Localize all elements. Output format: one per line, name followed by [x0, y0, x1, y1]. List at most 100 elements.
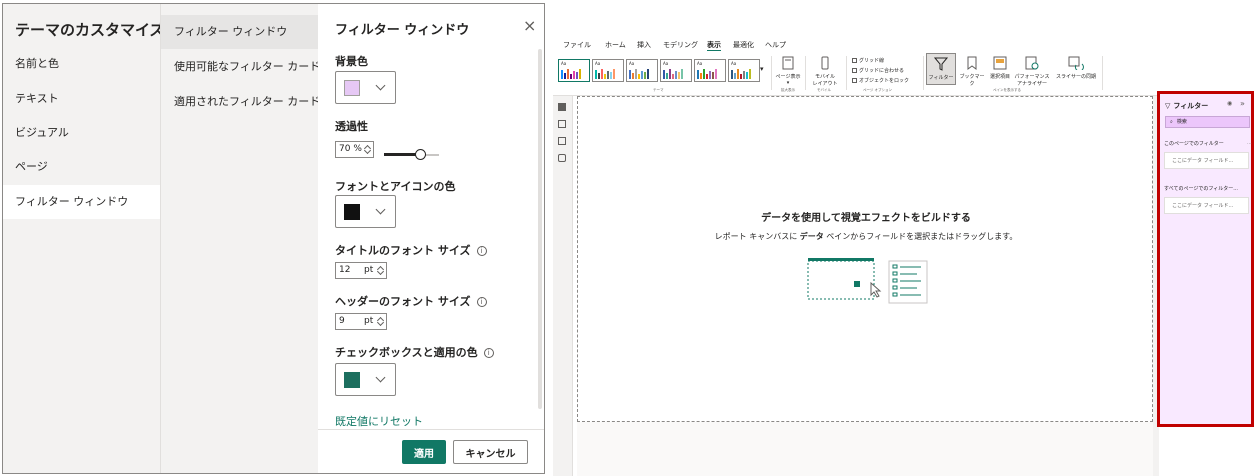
- nav-item-filter-pane[interactable]: フィルター ウィンドウ: [3, 185, 160, 219]
- spin-arrows-icon[interactable]: [378, 265, 384, 276]
- page-view-button[interactable]: ページ表示 ▾: [775, 56, 801, 86]
- menu-home[interactable]: ホーム: [605, 40, 626, 50]
- this-page-drop-well[interactable]: ここにデータ フィールド...: [1164, 152, 1249, 169]
- snap-to-grid-checkbox[interactable]: グリッドに合わせる: [852, 67, 904, 74]
- report-canvas[interactable]: データを使用して視覚エフェクトをビルドする レポート キャンバスに データ ペイ…: [577, 96, 1153, 422]
- filter-pane-button[interactable]: フィルター: [926, 53, 956, 85]
- theme-thumbnail-bars: [731, 68, 751, 79]
- nav-item-visuals[interactable]: ビジュアル: [3, 116, 160, 150]
- filter-pane: ▽ フィルター ◉ » ⌕ 検索 このページでのフィルター... ここにデータ フィ…: [1157, 91, 1254, 427]
- background-color-label: 背景色: [335, 55, 368, 68]
- scrollbar[interactable]: [538, 49, 542, 409]
- collapse-pane-icon[interactable]: »: [1240, 99, 1245, 108]
- ribbon: Aa Aa Aa Aa Aa Aa ▾ テーマ ページ表示 ▾ 拡大表示 モバイル レイア…: [553, 52, 1254, 96]
- mobile-label-1: モバイル: [814, 74, 835, 80]
- spin-arrows-icon[interactable]: [365, 144, 371, 155]
- color-swatch: [344, 372, 360, 388]
- divider: [771, 56, 772, 90]
- menu-optimize[interactable]: 最適化: [733, 40, 754, 50]
- menu-modeling[interactable]: モデリング: [663, 40, 698, 50]
- theme-group-label: テーマ: [653, 88, 664, 92]
- filters-on-this-page-header: このページでのフィルター...: [1164, 140, 1252, 147]
- selection-pane-button[interactable]: 選択項目: [989, 56, 1011, 80]
- close-icon[interactable]: ×: [523, 18, 536, 34]
- filter-icon: ▽: [1165, 102, 1171, 110]
- bookmark-pane-button[interactable]: ブックマーク: [958, 56, 986, 87]
- header-font-size-input[interactable]: 9 pt: [335, 313, 387, 330]
- chevron-down-icon: [375, 204, 386, 215]
- performance-icon: [1025, 56, 1039, 70]
- nav-item-text[interactable]: テキスト: [3, 82, 160, 116]
- spin-arrows-icon[interactable]: [378, 316, 384, 327]
- checkbox-color-label: チェックボックスと適用の色 i: [335, 344, 494, 360]
- transparency-slider[interactable]: [384, 148, 439, 162]
- theme-thumbnail-bars: [629, 68, 649, 79]
- lock-objects-checkbox[interactable]: オブジェクトをロック: [852, 77, 909, 84]
- mobile-group-label: モバイル: [817, 88, 831, 92]
- theme-thumbnail[interactable]: Aa: [694, 59, 726, 82]
- mobile-icon: [821, 56, 829, 70]
- subnav-item-available-filter-cards[interactable]: 使用可能なフィルター カード: [161, 50, 320, 84]
- checkbox-color-picker[interactable]: [335, 363, 396, 396]
- selection-pane-label: 選択項目: [989, 74, 1010, 80]
- report-view-icon[interactable]: [558, 103, 566, 111]
- build-visual-illustration-icon: [807, 258, 928, 304]
- powerbi-window: ファイル ホーム 挿入 モデリング 表示 最適化 ヘルプ Aa Aa Aa Aa Aa A…: [553, 33, 1254, 476]
- subnav-item-applied-filter-cards[interactable]: 適用されたフィルター カード: [161, 85, 320, 119]
- font-icon-color-picker[interactable]: [335, 195, 396, 228]
- info-icon[interactable]: i: [483, 348, 494, 358]
- more-options-icon[interactable]: ...: [1247, 140, 1252, 146]
- theme-thumbnail[interactable]: Aa: [592, 59, 624, 82]
- theme-thumbnail-aa: Aa: [629, 61, 635, 66]
- performance-analyzer-button[interactable]: パフォーマンス アナライザー: [1012, 56, 1052, 87]
- info-icon[interactable]: i: [476, 246, 487, 256]
- menu-view[interactable]: 表示: [707, 40, 721, 51]
- color-swatch: [344, 80, 360, 96]
- performance-label: パフォーマンス: [1014, 74, 1050, 80]
- bookmark-pane-label: ブックマーク: [959, 74, 985, 87]
- info-icon[interactable]: i: [476, 297, 487, 307]
- title-font-size-input[interactable]: 12 pt: [335, 262, 387, 279]
- transparency-input[interactable]: 70 %: [335, 141, 374, 158]
- empty-canvas-subtitle: レポート キャンバスに データ ペインからフィールドを選択またはドラッグします。: [714, 232, 1018, 241]
- title-font-size-label: タイトルのフォント サイズ i: [335, 242, 487, 258]
- apply-button[interactable]: 適用: [402, 440, 446, 464]
- filter-pane-header: ▽ フィルター: [1165, 102, 1209, 110]
- dialog-title: テーマのカスタマイズ: [15, 21, 165, 39]
- cancel-button[interactable]: キャンセル: [453, 440, 528, 464]
- theme-thumbnail[interactable]: Aa: [558, 59, 590, 82]
- menu-file[interactable]: ファイル: [563, 40, 591, 50]
- mobile-layout-button[interactable]: モバイル レイアウト: [810, 56, 840, 87]
- table-view-icon[interactable]: [558, 120, 566, 128]
- theme-thumbnail-bars: [697, 68, 717, 79]
- all-pages-drop-well[interactable]: ここにデータ フィールド...: [1164, 197, 1249, 214]
- model-view-icon[interactable]: [558, 137, 566, 145]
- theme-thumbnail[interactable]: Aa: [728, 59, 760, 82]
- nav-item-page[interactable]: ページ: [3, 150, 160, 184]
- dax-query-view-icon[interactable]: [558, 154, 566, 162]
- checkbox-icon: [852, 58, 857, 63]
- filter-search-input[interactable]: ⌕ 検索: [1165, 116, 1250, 128]
- slider-thumb[interactable]: [414, 149, 426, 160]
- theme-thumbnail[interactable]: Aa: [660, 59, 692, 82]
- menu-insert[interactable]: 挿入: [637, 40, 651, 50]
- theme-gallery-more-icon[interactable]: ▾: [760, 65, 764, 73]
- theme-thumbnail[interactable]: Aa: [626, 59, 658, 82]
- divider: [923, 56, 924, 90]
- background-color-picker[interactable]: [335, 71, 396, 104]
- panel-title: フィルター ウィンドウ: [335, 23, 470, 38]
- eye-icon[interactable]: ◉: [1227, 100, 1232, 107]
- subnav-item-filter-pane[interactable]: フィルター ウィンドウ: [161, 15, 318, 49]
- sync-slicers-button[interactable]: スライサーの同期: [1053, 56, 1099, 80]
- chevron-down-icon: [375, 80, 386, 91]
- checkbox-icon: [852, 68, 857, 73]
- font-icon-color-label: フォントとアイコンの色: [335, 180, 456, 193]
- gridlines-checkbox[interactable]: グリッド線: [852, 57, 884, 64]
- reset-to-default-link[interactable]: 既定値にリセット: [335, 413, 423, 429]
- nav-item-name-and-colors[interactable]: 名前と色: [3, 47, 160, 81]
- menu-help[interactable]: ヘルプ: [765, 40, 786, 50]
- mobile-label-2: レイアウト: [812, 81, 838, 87]
- theme-thumbnail-aa: Aa: [561, 61, 567, 66]
- performance-label-2: アナライザー: [1017, 81, 1047, 87]
- view-switcher-rail: [553, 96, 573, 476]
